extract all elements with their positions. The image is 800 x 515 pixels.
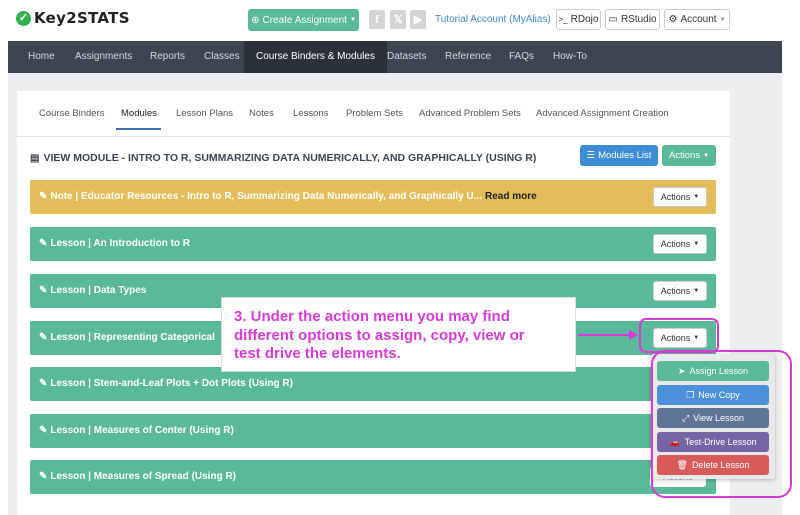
monitor-icon: ▭ — [608, 14, 618, 25]
caret-down-icon: ▼ — [693, 241, 700, 247]
caret-down-icon: ▼ — [693, 194, 700, 200]
row-label-text: Lesson | Measures of Spread (Using R) — [50, 471, 237, 482]
pencil-icon: ✎ — [39, 471, 48, 482]
row-actions-label: Actions — [660, 239, 691, 249]
account-label: Account — [680, 14, 717, 25]
page-actions-button[interactable]: Actions ▼ — [662, 145, 716, 166]
row-label-text: Lesson | Representing Categorical — [50, 332, 215, 343]
brand-name: Key2STATS — [34, 9, 130, 27]
check-circle-icon: ✓ — [16, 10, 31, 26]
read-more-link[interactable]: Read more — [485, 191, 537, 202]
tab-problem-sets[interactable]: Problem Sets — [346, 108, 403, 119]
pencil-icon: ✎ — [39, 425, 48, 436]
annotation-callout: 3. Under the action menu you may find di… — [221, 297, 576, 372]
row-label: ✎ Lesson | Stem-and-Leaf Plots + Dot Plot… — [39, 367, 293, 401]
dropdown-highlight — [651, 350, 792, 498]
main-nav: Home Assignments Reports Classes Course … — [8, 41, 782, 73]
callout-line: test drive the elements. — [234, 345, 401, 362]
row-label-text: Note | Educator Resources - Intro to R, … — [50, 191, 482, 202]
caret-down-icon: ▼ — [349, 17, 356, 23]
caret-down-icon: ▼ — [703, 152, 710, 159]
row-label: ✎ Lesson | Data Types — [39, 274, 146, 308]
row-label-text: Lesson | An Introduction to R — [50, 238, 191, 249]
pencil-icon: ✎ — [39, 238, 48, 249]
row-label: ✎ Lesson | Measures of Center (Using R) — [39, 414, 234, 448]
youtube-icon[interactable]: ▶ — [410, 10, 426, 29]
account-button[interactable]: ⚙ Account ▼ — [664, 9, 730, 30]
row-actions-label: Actions — [660, 286, 691, 296]
pencil-icon: ✎ — [39, 285, 48, 296]
tab-notes[interactable]: Notes — [249, 108, 274, 119]
facebook-icon[interactable]: f — [369, 10, 385, 29]
row-actions-button[interactable]: Actions ▼ — [653, 281, 707, 301]
document-icon: ▤ — [30, 152, 40, 164]
modules-list-button[interactable]: ☰ Modules List — [580, 145, 658, 166]
callout-line: 3. Under the action menu you may find — [234, 308, 510, 325]
tutorial-account-link[interactable]: Tutorial Account (MyAlias) — [435, 14, 551, 25]
row-label: ✎ Note | Educator Resources - Intro to R,… — [39, 180, 537, 214]
tab-lessons[interactable]: Lessons — [293, 108, 328, 119]
page-title-text: VIEW MODULE - INTRO TO R, SUMMARIZING DA… — [43, 152, 537, 164]
actions-highlight — [639, 318, 719, 353]
page-title: ▤ VIEW MODULE - INTRO TO R, SUMMARIZING … — [30, 152, 536, 164]
tab-lesson-plans[interactable]: Lesson Plans — [176, 108, 233, 119]
row-actions-label: Actions — [660, 192, 691, 202]
arrow-head-icon — [629, 330, 638, 340]
annotation-arrow — [578, 334, 632, 336]
row-actions-button[interactable]: Actions ▼ — [653, 187, 707, 207]
x-icon[interactable]: 𝕏 — [390, 10, 406, 29]
callout-line: different options to assign, copy, view … — [234, 326, 525, 344]
row-label-text: Lesson | Measures of Center (Using R) — [50, 425, 234, 436]
row-label-text: Lesson | Data Types — [50, 285, 147, 296]
rstudio-button[interactable]: ▭ RStudio — [605, 9, 660, 30]
row-label-text: Lesson | Stem-and-Leaf Plots + Dot Plots… — [50, 378, 293, 389]
gear-icon: ⚙ — [668, 14, 678, 25]
active-tab-indicator — [116, 128, 161, 130]
plus-circle-icon: ⊕ — [251, 14, 260, 26]
modules-list-label: Modules List — [598, 150, 652, 161]
pencil-icon: ✎ — [39, 332, 48, 343]
nav-reference[interactable]: Reference — [445, 41, 491, 73]
nav-course-binders-modules[interactable]: Course Binders & Modules — [244, 41, 387, 73]
tab-advanced-problem-sets[interactable]: Advanced Problem Sets — [419, 108, 521, 119]
nav-reports[interactable]: Reports — [150, 41, 185, 73]
nav-home[interactable]: Home — [28, 41, 55, 73]
row-label: ✎ Lesson | An Introduction to R — [39, 227, 190, 261]
list-item-lesson: ✎Lesson | Measures of Spread (Using R) A… — [30, 460, 716, 494]
rdojo-button[interactable]: >_ RDojo — [556, 9, 601, 30]
rstudio-label: RStudio — [620, 14, 657, 25]
list-item-lesson: ✎ Lesson | Stem-and-Leaf Plots + Dot Plot… — [30, 367, 716, 401]
page-actions-label: Actions — [668, 150, 701, 161]
nav-datasets[interactable]: Datasets — [387, 41, 426, 73]
row-label: ✎ Lesson | Measures of Spread (Using R) — [39, 460, 236, 494]
terminal-icon: >_ — [558, 15, 568, 24]
tabs-divider — [17, 136, 730, 137]
nav-assignments[interactable]: Assignments — [75, 41, 132, 73]
row-label: ✎ Lesson | Representing Categorical — [39, 321, 215, 355]
caret-down-icon: ▼ — [719, 16, 726, 23]
nav-faqs[interactable]: FAQs — [509, 41, 534, 73]
brand-logo[interactable]: ✓ Key2STATS — [16, 9, 130, 27]
list-item-lesson: ✎ Lesson | Measures of Center (Using R) — [30, 414, 716, 448]
create-assignment-button[interactable]: ⊕ Create Assignment ▼ — [248, 9, 359, 31]
tab-modules[interactable]: Modules — [121, 108, 157, 119]
top-bar: ✓ Key2STATS ⊕ Create Assignment ▼ f 𝕏 ▶ … — [0, 0, 800, 41]
edit-note-icon: ✎ — [39, 191, 48, 202]
rdojo-label: RDojo — [570, 14, 599, 25]
create-assignment-label: Create Assignment — [262, 14, 347, 26]
list-icon: ☰ — [586, 150, 596, 161]
row-actions-button[interactable]: Actions ▼ — [653, 234, 707, 254]
tab-advanced-assignment-creation[interactable]: Advanced Assignment Creation — [536, 108, 669, 119]
list-item-note: ✎ Note | Educator Resources - Intro to R,… — [30, 180, 716, 214]
nav-classes[interactable]: Classes — [204, 41, 240, 73]
nav-how-to[interactable]: How-To — [553, 41, 587, 73]
list-item-lesson: ✎ Lesson | An Introduction to R Actions ▼ — [30, 227, 716, 261]
tab-course-binders[interactable]: Course Binders — [39, 108, 104, 119]
pencil-icon: ✎ — [39, 378, 48, 389]
caret-down-icon: ▼ — [693, 288, 700, 294]
